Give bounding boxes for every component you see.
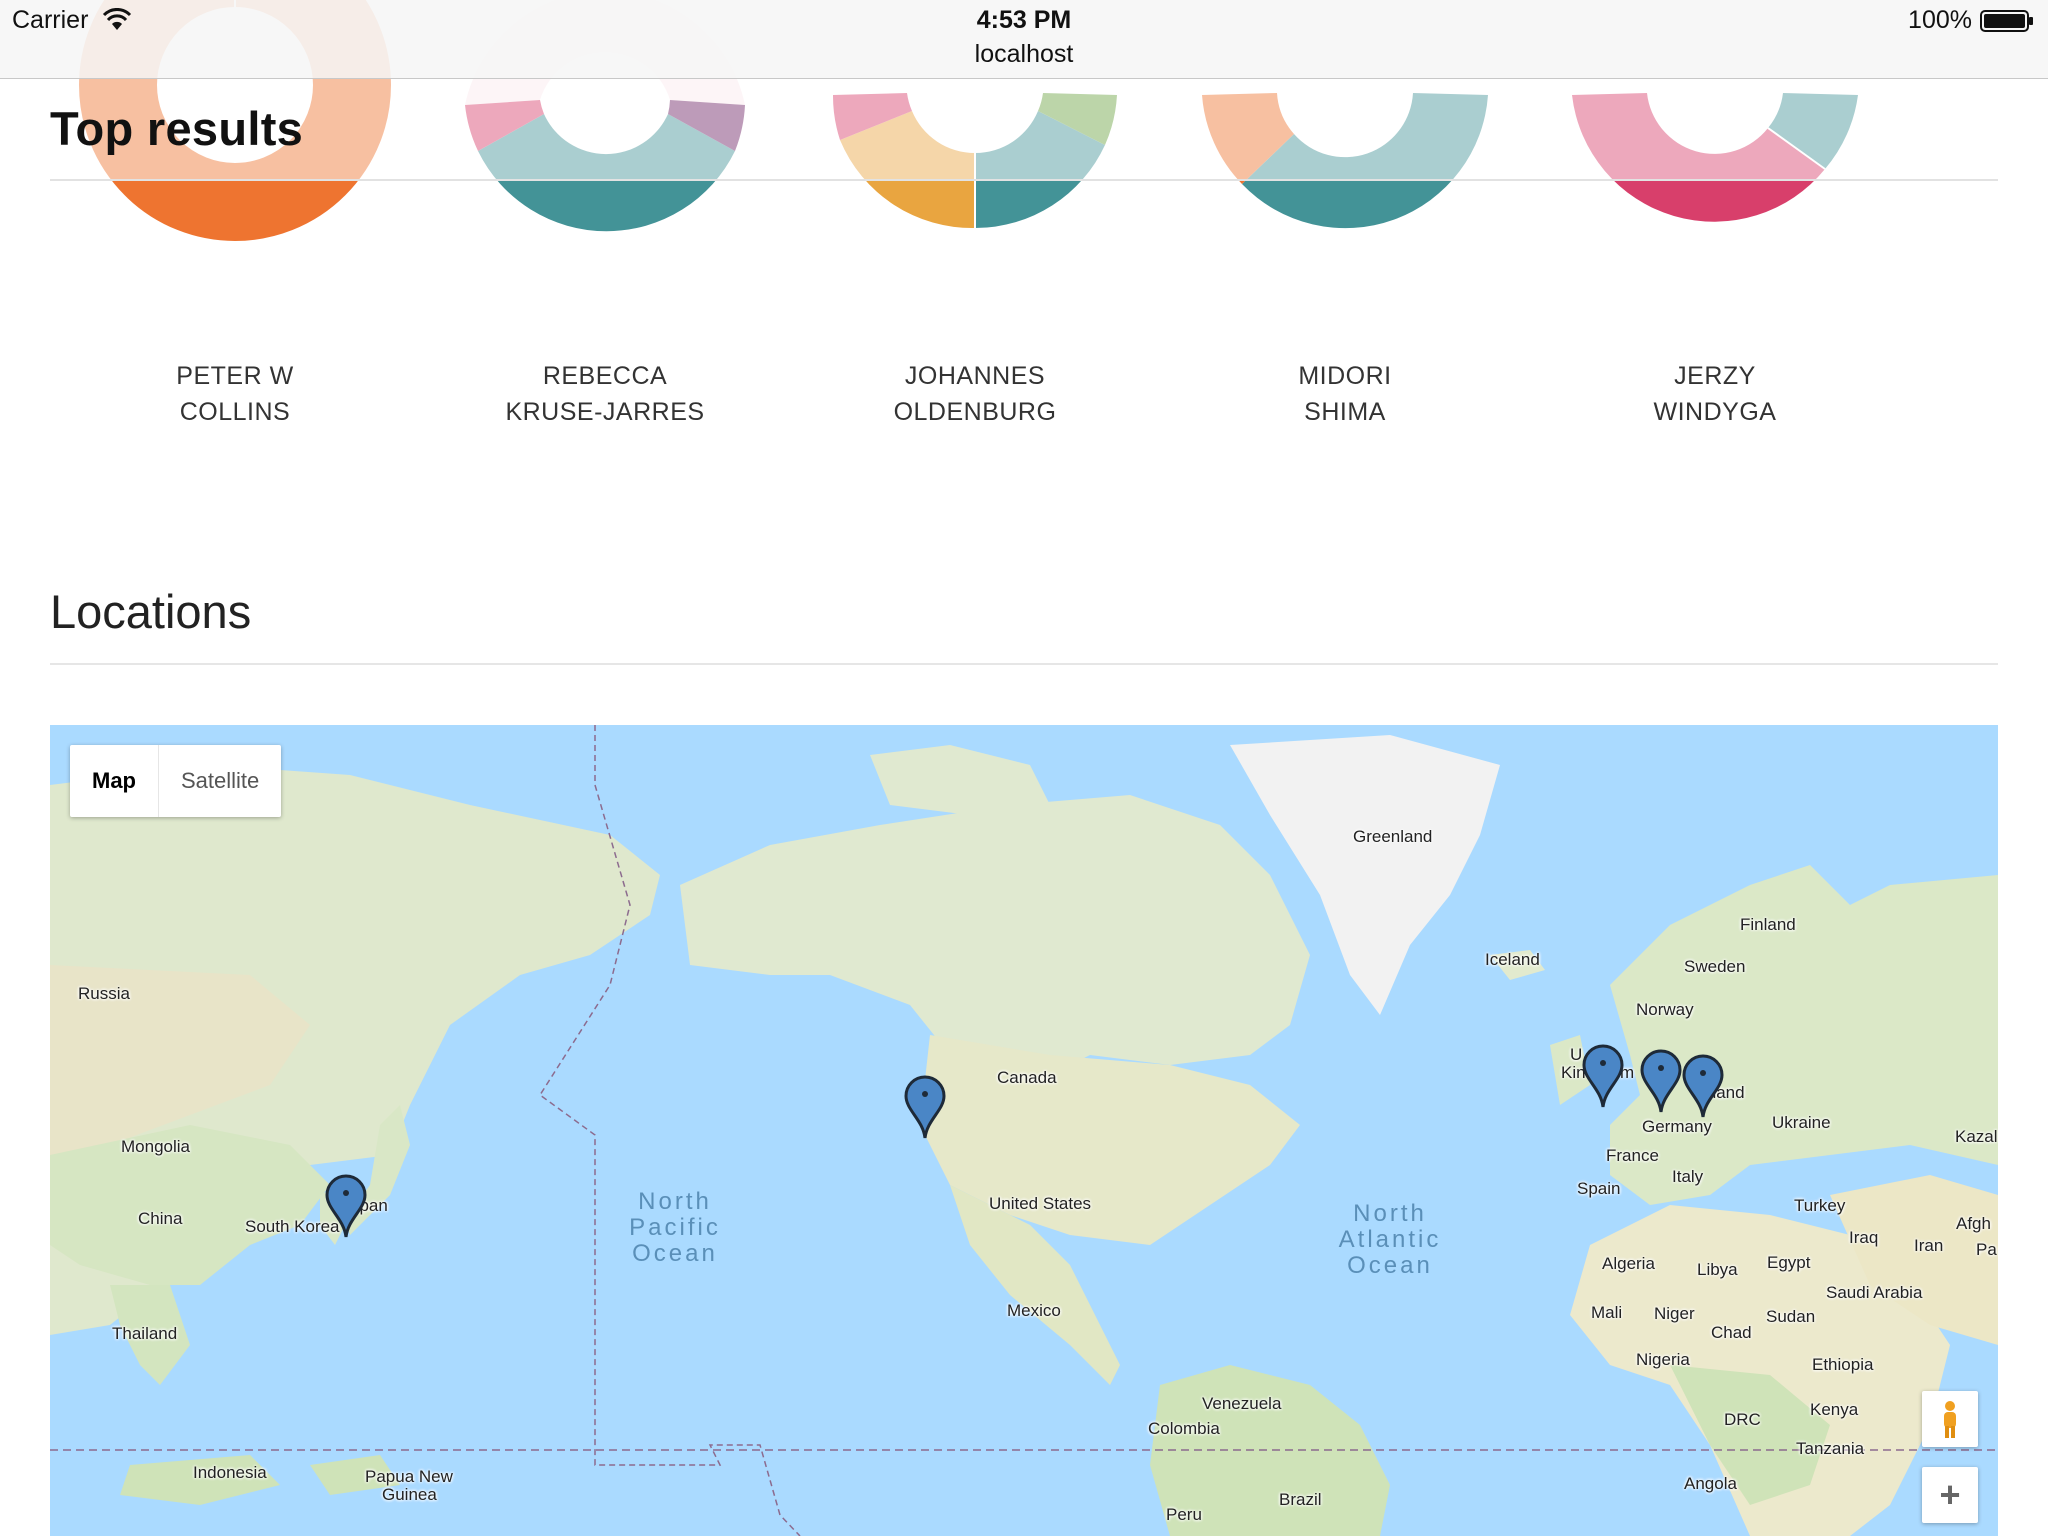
map-label: Finland	[1740, 915, 1796, 934]
map-label: Guinea	[382, 1485, 437, 1504]
name-line-2: COLLINS	[179, 398, 291, 426]
map-label: Brazil	[1279, 1490, 1322, 1509]
map-label: Kazal	[1955, 1127, 1998, 1146]
map-type-map-button[interactable]: Map	[70, 745, 159, 817]
ocean-label-north-atlantic: North Atlantic Ocean	[1338, 1200, 1442, 1279]
map-label: Thailand	[112, 1324, 178, 1343]
section-divider	[50, 663, 1998, 665]
map-label: China	[138, 1209, 183, 1228]
top-results-header: Top results	[50, 79, 1998, 181]
map-label: Greenland	[1353, 827, 1433, 846]
map-label: Angola	[1684, 1474, 1737, 1493]
map-label: DRC	[1724, 1410, 1761, 1429]
map-label: Algeria	[1602, 1254, 1655, 1273]
map-marker-germany[interactable]	[1639, 1048, 1683, 1114]
map-label: Afgh	[1956, 1214, 1991, 1233]
map-label: Peru	[1166, 1505, 1202, 1524]
map-label: Mali	[1591, 1303, 1623, 1322]
map-type-control: Map Satellite	[70, 745, 282, 817]
map-label: France	[1606, 1146, 1659, 1165]
map-label: Ukraine	[1772, 1113, 1831, 1132]
url-bar[interactable]: localhost	[0, 40, 2048, 69]
zoom-in-button[interactable]: +	[1922, 1467, 1978, 1523]
map-marker-vancouver[interactable]	[903, 1074, 947, 1140]
name-line-2: WINDYGA	[1653, 398, 1777, 426]
map-label: Mexico	[1007, 1301, 1061, 1320]
name-line-2: OLDENBURG	[893, 398, 1057, 426]
map-label: Sudan	[1766, 1307, 1816, 1326]
name-line-1: REBECCA	[542, 362, 668, 390]
map-label: Mongolia	[121, 1137, 190, 1156]
map-label: Niger	[1654, 1304, 1695, 1323]
map-label: Saudi Arabia	[1826, 1283, 1923, 1302]
name-line-2: SHIMA	[1304, 398, 1386, 426]
map-label: Germany	[1642, 1117, 1712, 1136]
result-name-windyga[interactable]: JERZY WINDYGA	[1545, 358, 1885, 430]
clock: 4:53 PM	[976, 6, 1072, 34]
map-marker-japan[interactable]	[324, 1173, 368, 1239]
world-map[interactable]: Map Satellite Greenland Iceland Finland …	[50, 725, 1998, 1536]
map-label: Pa	[1976, 1240, 1997, 1259]
street-view-pegman-button[interactable]	[1922, 1391, 1978, 1447]
map-label: Colombia	[1148, 1419, 1220, 1438]
map-type-satellite-button[interactable]: Satellite	[159, 745, 281, 817]
map-label: Italy	[1672, 1167, 1704, 1186]
name-line-1: PETER W	[176, 362, 294, 390]
name-line-1: JOHANNES	[904, 362, 1046, 390]
ocean-label-north-pacific: North Pacific Ocean	[629, 1188, 721, 1267]
map-label: Tanzania	[1796, 1439, 1865, 1458]
map-label: Iceland	[1485, 950, 1540, 969]
map-label: Papua New	[365, 1467, 453, 1486]
map-label: Canada	[997, 1068, 1057, 1087]
result-name-shima[interactable]: MIDORI SHIMA	[1175, 358, 1515, 430]
map-label: Norway	[1636, 1000, 1694, 1019]
result-name-oldenburg[interactable]: JOHANNES OLDENBURG	[805, 358, 1145, 430]
map-label: Kenya	[1810, 1400, 1859, 1419]
map-label: Spain	[1577, 1179, 1621, 1198]
map-label: Indonesia	[193, 1463, 267, 1482]
map-label: Russia	[78, 984, 130, 1003]
battery-icon	[1980, 10, 2034, 37]
map-label: Ethiopia	[1812, 1355, 1874, 1374]
battery-percent: 100%	[1908, 6, 1972, 34]
map-label: Sweden	[1684, 957, 1746, 976]
map-label: Iraq	[1849, 1228, 1879, 1247]
map-marker-poland[interactable]	[1681, 1053, 1725, 1119]
pegman-icon	[1944, 1401, 1956, 1438]
result-name-kruse-jarres[interactable]: REBECCA KRUSE-JARRES	[435, 358, 775, 430]
name-line-2: KRUSE-JARRES	[505, 398, 705, 426]
plus-icon: +	[1939, 1474, 1961, 1515]
name-line-1: MIDORI	[1298, 362, 1392, 390]
map-label: Nigeria	[1636, 1350, 1690, 1369]
map-label: Iran	[1914, 1236, 1944, 1255]
name-line-1: JERZY	[1674, 362, 1756, 390]
top-results-title: Top results	[50, 102, 304, 155]
status-bar: Carrier 4:53 PM localhost 100%	[0, 0, 2048, 79]
map-marker-united-kingdom[interactable]	[1581, 1043, 1625, 1109]
map-label: Egypt	[1767, 1253, 1811, 1272]
map-label: Turkey	[1794, 1196, 1846, 1215]
map-label: Chad	[1711, 1323, 1752, 1342]
locations-title: Locations	[50, 585, 252, 638]
map-label: Libya	[1697, 1260, 1738, 1279]
result-name-collins[interactable]: PETER W COLLINS	[65, 358, 405, 430]
map-label: United States	[989, 1194, 1092, 1213]
map-label: Venezuela	[1202, 1394, 1282, 1413]
